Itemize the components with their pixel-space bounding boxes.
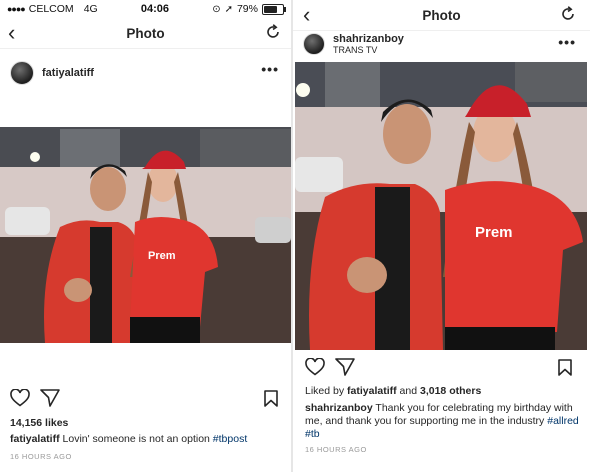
nav-bar: ‹ Photo: [0, 18, 291, 48]
post-header: shahrizanboy TRANS TV •••: [293, 31, 590, 57]
shirt-logo: Prem: [475, 224, 513, 241]
right-screenshot-panel: ‹ Photo shahrizanboy TRANS TV ••• Prem L…: [293, 0, 590, 472]
post-location[interactable]: TRANS TV: [333, 45, 404, 55]
likes-count[interactable]: 14,156 likes: [10, 417, 68, 429]
liked-by-and: and: [399, 385, 418, 397]
caption: shahrizanboy Thank you for celebrating m…: [305, 402, 583, 441]
heart-icon[interactable]: [305, 357, 325, 381]
status-bar: ●●●● CELCOM 4G 04:06 ⊙ ➚ 79%: [0, 0, 291, 18]
more-options-icon[interactable]: •••: [261, 61, 279, 77]
carrier-label: CELCOM: [28, 3, 74, 15]
post-photo[interactable]: Prem: [0, 127, 291, 343]
heart-icon[interactable]: [10, 388, 30, 412]
post-timestamp: 16 HOURS AGO: [10, 452, 72, 461]
post-actions: [305, 357, 355, 381]
network-label: 4G: [83, 3, 98, 15]
page-title: Photo: [422, 7, 461, 23]
left-screenshot-panel: ●●●● CELCOM 4G 04:06 ⊙ ➚ 79% ‹ Photo fat…: [0, 0, 291, 472]
photo-image: Prem: [0, 127, 291, 343]
liked-by: Liked by fatiyalatiff and 3,018 others: [305, 385, 481, 397]
battery-percent: 79%: [236, 3, 258, 15]
caption-username[interactable]: fatiyalatiff: [10, 433, 60, 445]
signal-strength-icon: ●●●●: [7, 4, 26, 14]
post-header: fatiyalatiff •••: [0, 55, 291, 91]
lock-rotation-icon: ⊙: [212, 3, 221, 15]
caption-username[interactable]: shahrizanboy: [305, 402, 373, 414]
caption-text: Lovin' someone is not an option: [62, 433, 210, 445]
bookmark-icon[interactable]: [264, 390, 278, 412]
photo-image: Prem: [295, 62, 587, 350]
liked-by-others[interactable]: 3,018 others: [420, 385, 481, 397]
caption: fatiyalatiff Lovin' someone is not an op…: [10, 433, 285, 445]
bookmark-icon[interactable]: [558, 359, 572, 381]
back-chevron-icon[interactable]: ‹: [8, 22, 15, 44]
post-actions: [10, 388, 60, 412]
share-icon[interactable]: [40, 389, 60, 412]
avatar[interactable]: [10, 61, 34, 85]
location-arrow-icon: ➚: [224, 3, 233, 15]
post-photo[interactable]: Prem: [295, 62, 587, 350]
share-icon[interactable]: [335, 358, 355, 381]
liked-by-user[interactable]: fatiyalatiff: [347, 385, 397, 397]
more-options-icon[interactable]: •••: [558, 34, 576, 50]
back-chevron-icon[interactable]: ‹: [303, 4, 310, 26]
page-title: Photo: [126, 25, 165, 41]
clock: 04:06: [140, 3, 170, 15]
avatar[interactable]: [303, 33, 325, 55]
nav-bar: ‹ Photo: [293, 0, 590, 30]
hashtag-link[interactable]: #tbpost: [213, 433, 247, 445]
refresh-icon[interactable]: [560, 6, 576, 27]
post-timestamp: 16 HOURS AGO: [305, 445, 367, 454]
post-username[interactable]: shahrizanboy: [333, 33, 404, 45]
post-username[interactable]: fatiyalatiff: [42, 67, 94, 79]
nav-divider: [0, 48, 291, 49]
liked-by-prefix: Liked by: [305, 385, 345, 397]
refresh-icon[interactable]: [265, 24, 281, 45]
post-header-text: shahrizanboy TRANS TV: [333, 33, 404, 55]
battery-icon: [261, 3, 286, 15]
shirt-logo: Prem: [148, 250, 176, 262]
